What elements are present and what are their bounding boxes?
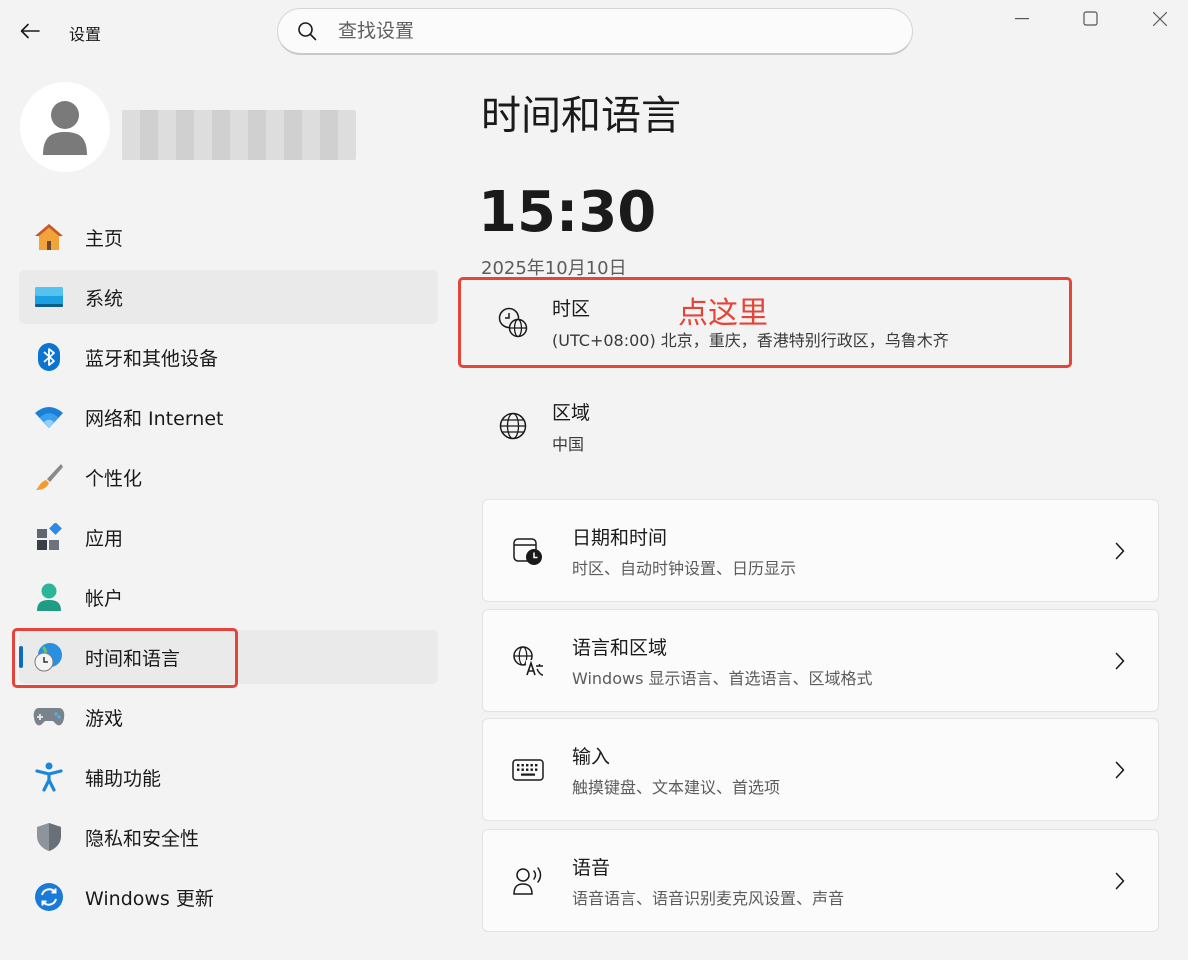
sidebar-item-label: 网络和 Internet	[85, 407, 224, 430]
maximize-button[interactable]	[1068, 6, 1114, 32]
shield-icon	[33, 821, 65, 853]
card-title: 输入	[572, 745, 611, 768]
update-icon	[33, 881, 65, 913]
chevron-right-icon	[1110, 650, 1130, 672]
sidebar-item-time-language[interactable]: 时间和语言	[19, 630, 438, 684]
sidebar-item-label: 个性化	[85, 467, 143, 490]
annotation-text: 点这里	[678, 296, 768, 331]
sidebar-item-gaming[interactable]: 游戏	[19, 690, 438, 744]
back-button[interactable]	[14, 17, 46, 45]
sidebar-item-label: 隐私和安全性	[85, 827, 200, 850]
search-box[interactable]	[277, 8, 913, 55]
page-title: 时间和语言	[481, 93, 681, 139]
settings-window: 设置 主页 系统	[0, 0, 1188, 960]
wifi-icon	[33, 401, 65, 433]
back-arrow-icon	[20, 23, 40, 39]
speech-icon	[511, 864, 545, 898]
system-icon	[33, 281, 65, 313]
account-icon	[33, 581, 65, 613]
app-title: 设置	[69, 25, 102, 44]
sidebar-item-apps[interactable]: 应用	[19, 510, 438, 564]
language-icon	[511, 644, 545, 678]
sidebar-item-label: Windows 更新	[85, 887, 214, 910]
sidebar-item-accounts[interactable]: 帐户	[19, 570, 438, 624]
search-icon	[296, 20, 318, 42]
globe-icon	[496, 409, 530, 443]
card-description: 时区、自动时钟设置、日历显示	[572, 558, 797, 578]
region-label: 区域	[552, 401, 591, 424]
sidebar-nav: 主页 系统 蓝牙和其他设备 网络和 Internet 个性化 应用 帐户 时间和…	[19, 210, 438, 930]
sidebar-item-label: 蓝牙和其他设备	[85, 347, 219, 370]
card-description: 触摸键盘、文本建议、首选项	[572, 777, 781, 797]
chevron-right-icon	[1110, 870, 1130, 892]
close-icon	[1152, 11, 1168, 27]
timezone-globe-clock-icon	[496, 306, 530, 340]
card-title: 语音	[572, 856, 611, 879]
chevron-right-icon	[1110, 759, 1130, 781]
language-region-card[interactable]: 语言和区域 Windows 显示语言、首选语言、区域格式	[482, 609, 1159, 712]
minimize-button[interactable]	[999, 6, 1045, 32]
home-icon	[33, 221, 65, 253]
accessibility-icon	[33, 761, 65, 793]
selection-indicator	[19, 646, 23, 668]
sidebar-item-windows-update[interactable]: Windows 更新	[19, 870, 438, 924]
current-time: 15:30	[478, 180, 657, 245]
maximize-icon	[1083, 11, 1098, 26]
sidebar-item-system[interactable]: 系统	[19, 270, 438, 324]
chevron-right-icon	[1110, 540, 1130, 562]
gamepad-icon	[33, 701, 65, 733]
user-avatar-icon	[43, 101, 87, 155]
brush-icon	[33, 461, 65, 493]
sidebar-item-label: 游戏	[85, 707, 124, 730]
card-title: 日期和时间	[572, 526, 668, 549]
sidebar-item-label: 辅助功能	[85, 767, 162, 790]
sidebar-item-accessibility[interactable]: 辅助功能	[19, 750, 438, 804]
sidebar-item-privacy[interactable]: 隐私和安全性	[19, 810, 438, 864]
account-name-redacted	[122, 110, 356, 160]
sidebar-item-label: 主页	[85, 227, 124, 250]
apps-icon	[33, 521, 65, 553]
region-value: 中国	[552, 434, 585, 454]
region-setting[interactable]: 区域 中国	[460, 392, 1070, 460]
sidebar-item-bluetooth[interactable]: 蓝牙和其他设备	[19, 330, 438, 384]
calendar-clock-icon	[511, 534, 545, 568]
keyboard-icon	[511, 753, 545, 787]
sidebar-item-network[interactable]: 网络和 Internet	[19, 390, 438, 444]
card-title: 语言和区域	[572, 636, 668, 659]
minimize-icon	[1015, 18, 1029, 20]
current-date: 2025年10月10日	[481, 258, 627, 279]
sidebar-item-label: 系统	[85, 287, 124, 310]
date-time-card[interactable]: 日期和时间 时区、自动时钟设置、日历显示	[482, 499, 1159, 602]
sidebar-item-label: 帐户	[85, 587, 124, 610]
time-language-icon	[33, 641, 65, 673]
speech-card[interactable]: 语音 语音语言、语音识别麦克风设置、声音	[482, 829, 1159, 932]
sidebar-item-personalization[interactable]: 个性化	[19, 450, 438, 504]
bluetooth-icon	[33, 341, 65, 373]
close-button[interactable]	[1137, 6, 1183, 32]
search-input[interactable]	[338, 20, 878, 42]
avatar[interactable]	[20, 82, 110, 172]
input-card[interactable]: 输入 触摸键盘、文本建议、首选项	[482, 718, 1159, 821]
sidebar-item-home[interactable]: 主页	[19, 210, 438, 264]
card-description: 语音语言、语音识别麦克风设置、声音	[572, 888, 845, 908]
card-description: Windows 显示语言、首选语言、区域格式	[572, 668, 873, 688]
sidebar-item-label: 时间和语言	[85, 647, 181, 670]
sidebar-item-label: 应用	[85, 527, 124, 550]
